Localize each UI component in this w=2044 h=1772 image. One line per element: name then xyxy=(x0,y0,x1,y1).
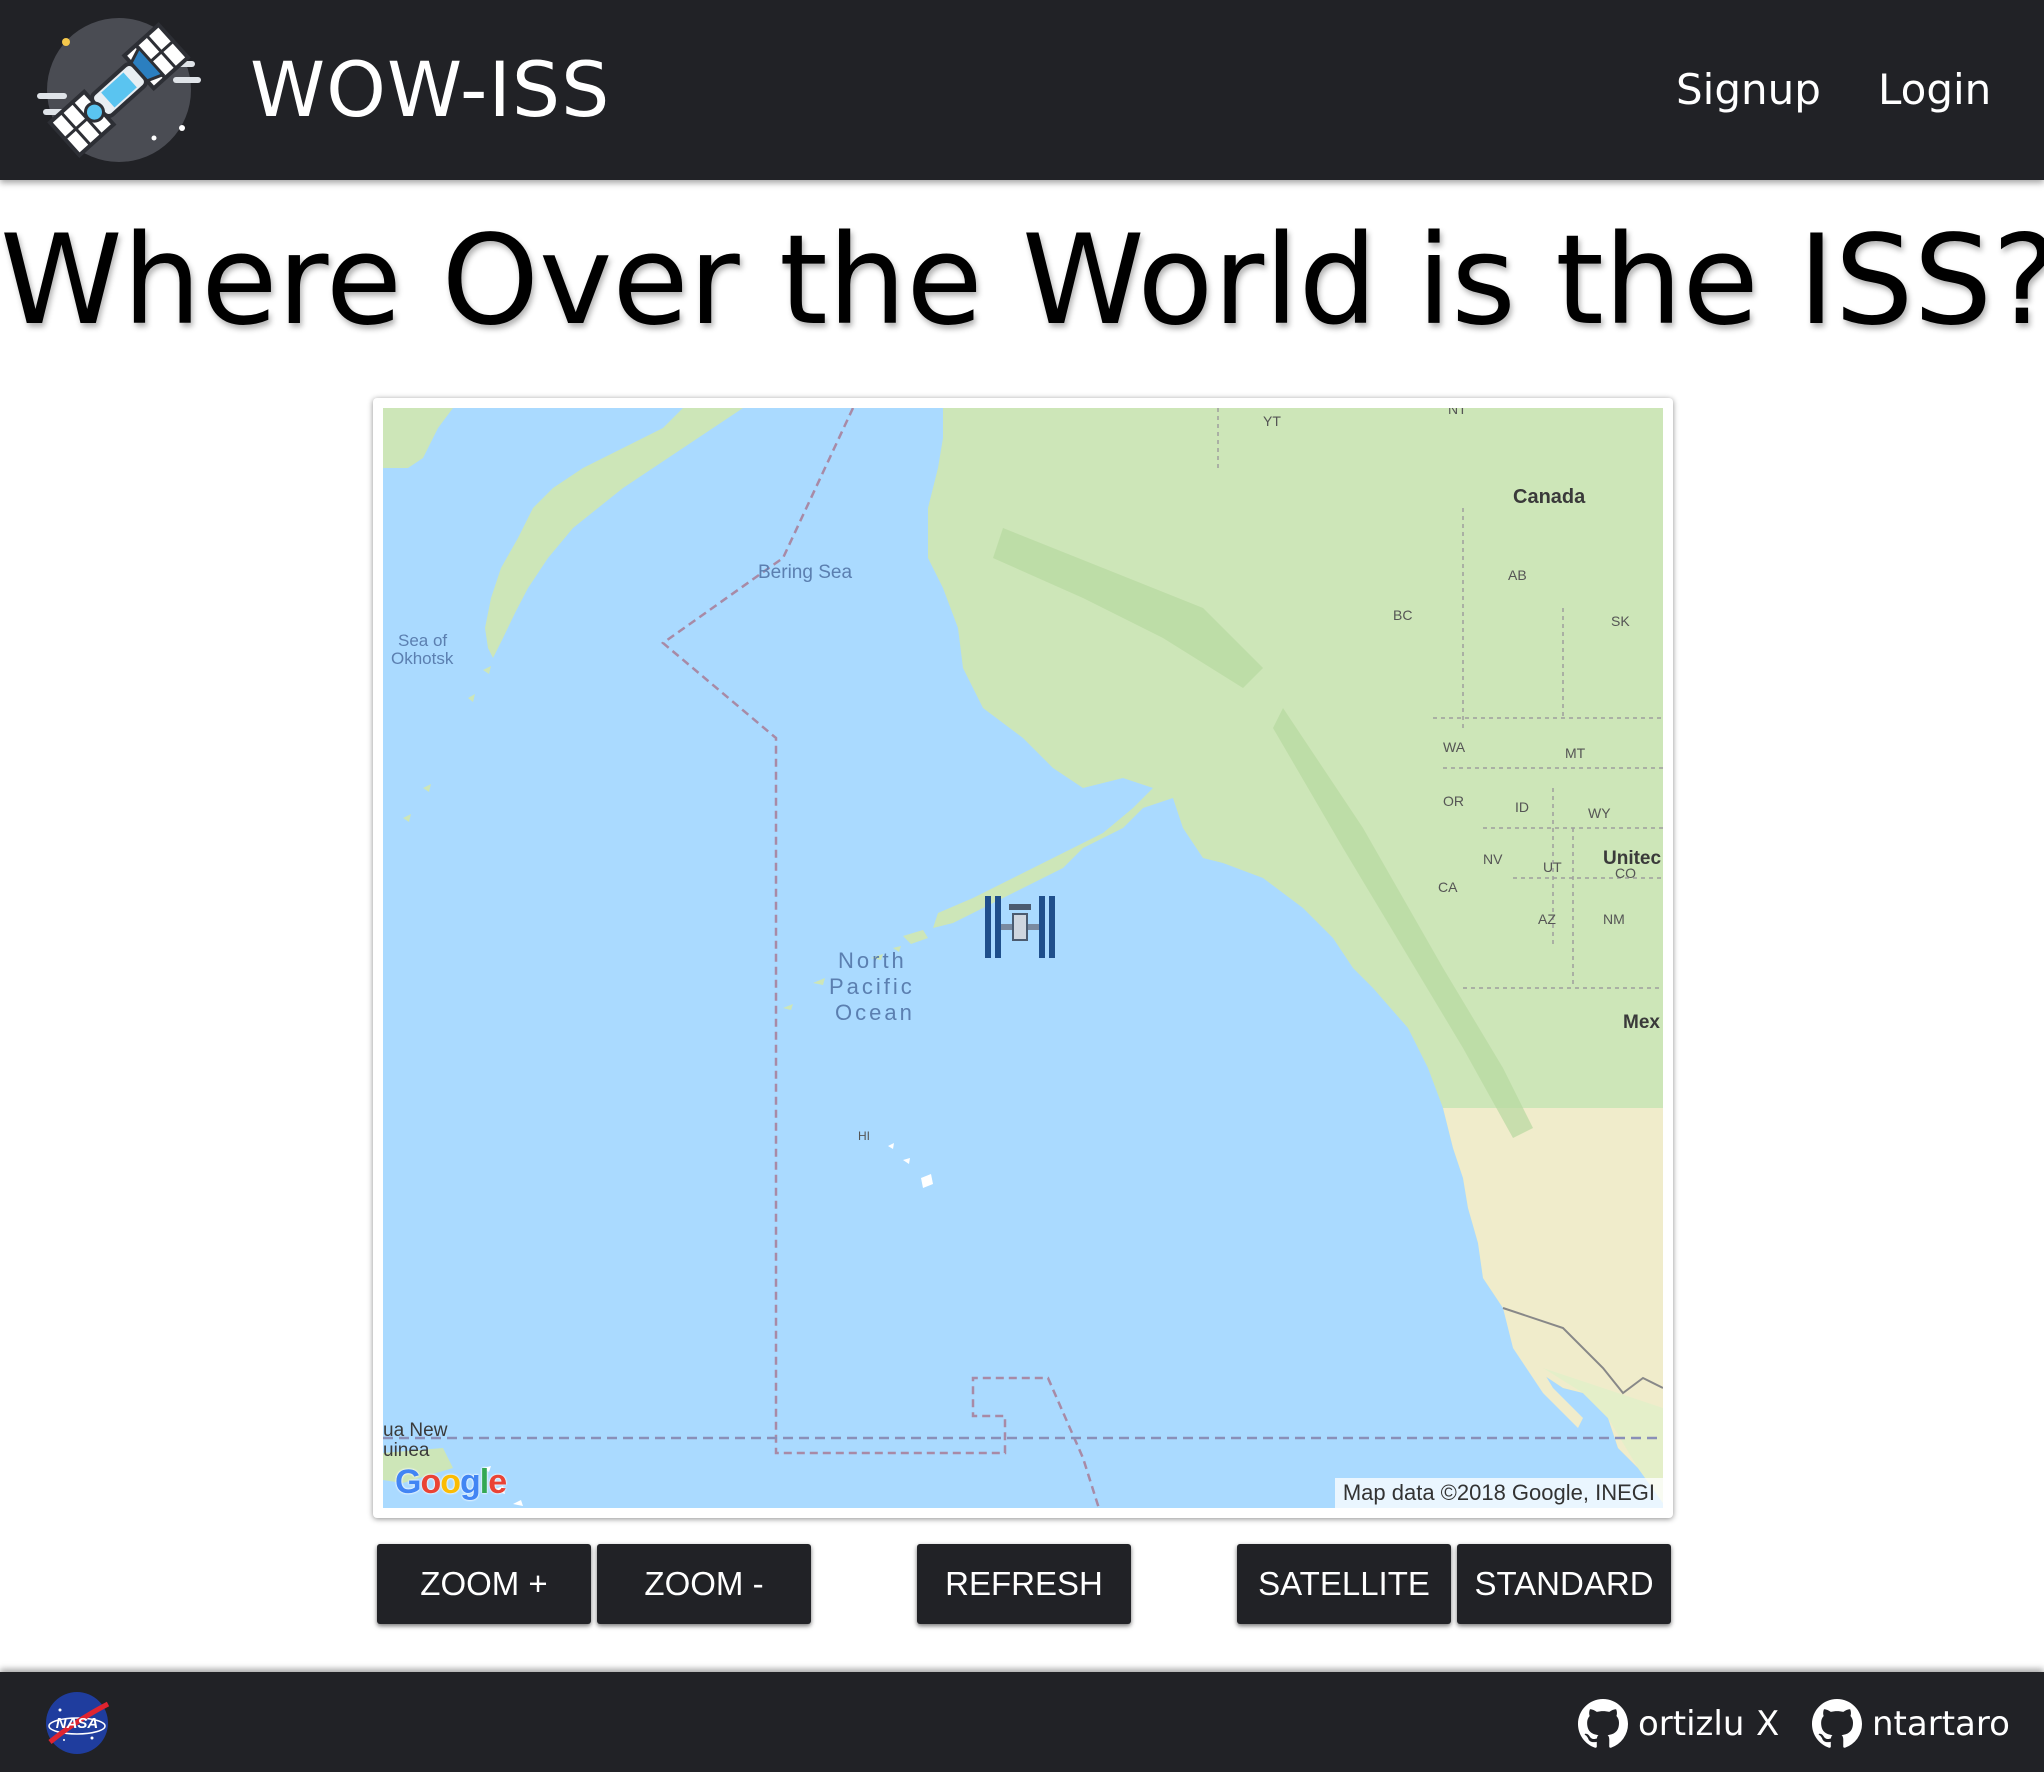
map-label-north: North xyxy=(838,948,907,973)
map-frame: Bering Sea Sea of Okhotsk North Pacific … xyxy=(373,398,1673,1518)
map-label-okhotsk-1: Sea of xyxy=(398,631,447,650)
map-label-ab: AB xyxy=(1508,567,1527,583)
signup-link[interactable]: Signup xyxy=(1676,62,1821,118)
map-label-or: OR xyxy=(1443,793,1464,809)
map-label-nm: NM xyxy=(1603,911,1625,927)
author-separator: X xyxy=(1756,1704,1780,1744)
page-title: Where Over the World is the ISS? xyxy=(0,209,2044,353)
map-label-hi: HI xyxy=(858,1129,870,1143)
map-label-pacific: Pacific xyxy=(829,974,915,999)
nasa-logo-icon[interactable]: NASA xyxy=(42,1690,112,1756)
standard-view-button[interactable]: STANDARD xyxy=(1457,1544,1671,1624)
login-link[interactable]: Login xyxy=(1878,62,1991,118)
map-label-ocean: Ocean xyxy=(835,1000,915,1025)
author-name-ntartaro: ntartaro xyxy=(1872,1704,2010,1744)
zoom-out-button[interactable]: ZOOM - xyxy=(597,1544,811,1624)
map-label-ut: UT xyxy=(1543,859,1562,875)
map-label-png-1: ua New xyxy=(383,1420,448,1441)
google-logo[interactable]: Google xyxy=(395,1463,507,1502)
navbar: WOW-ISS Signup Login xyxy=(0,0,2044,180)
map-label-id: ID xyxy=(1515,799,1529,815)
author-link-ntartaro[interactable]: ntartaro xyxy=(1812,1696,2010,1752)
map-attribution: Map data ©2018 Google, INEGI xyxy=(1334,1478,1663,1508)
svg-text:NASA: NASA xyxy=(56,1715,99,1732)
iss-marker-icon[interactable] xyxy=(983,894,1057,960)
map-label-sk: SK xyxy=(1611,613,1630,629)
map-label-nv: NV xyxy=(1483,851,1503,867)
map-label-bering-sea: Bering Sea xyxy=(758,562,852,583)
map-label-ca: CA xyxy=(1438,879,1458,895)
map-label-wa: WA xyxy=(1443,739,1466,755)
github-icon xyxy=(1812,1699,1862,1748)
map-label-wy: WY xyxy=(1588,805,1611,821)
map-label-mex: Mex xyxy=(1623,1012,1660,1033)
map-label-okhotsk-2: Okhotsk xyxy=(391,649,454,668)
map-label-az: AZ xyxy=(1538,911,1556,927)
map-canvas[interactable]: Bering Sea Sea of Okhotsk North Pacific … xyxy=(383,408,1663,1508)
map-label-mt: MT xyxy=(1565,745,1586,761)
author-name-ortizlu: ortizlu xyxy=(1638,1704,1745,1744)
satellite-view-button[interactable]: SATELLITE xyxy=(1237,1544,1451,1624)
satellite-icon[interactable] xyxy=(36,10,202,168)
map-label-png-2: uinea xyxy=(383,1440,430,1461)
map-label-bc: BC xyxy=(1393,607,1412,623)
zoom-in-button[interactable]: ZOOM + xyxy=(377,1544,591,1624)
map-label-co: CO xyxy=(1615,865,1636,881)
brand-title[interactable]: WOW-ISS xyxy=(250,48,610,132)
author-link-ortizlu[interactable]: ortizlu xyxy=(1578,1696,1744,1752)
refresh-button[interactable]: REFRESH xyxy=(917,1544,1131,1624)
map-label-canada: Canada xyxy=(1513,486,1586,508)
github-icon xyxy=(1578,1699,1628,1748)
map-label-nt: NT xyxy=(1448,408,1467,417)
footer: NASA ortizlu X ntartaro xyxy=(0,1672,2044,1772)
map-label-yt: YT xyxy=(1263,413,1281,429)
